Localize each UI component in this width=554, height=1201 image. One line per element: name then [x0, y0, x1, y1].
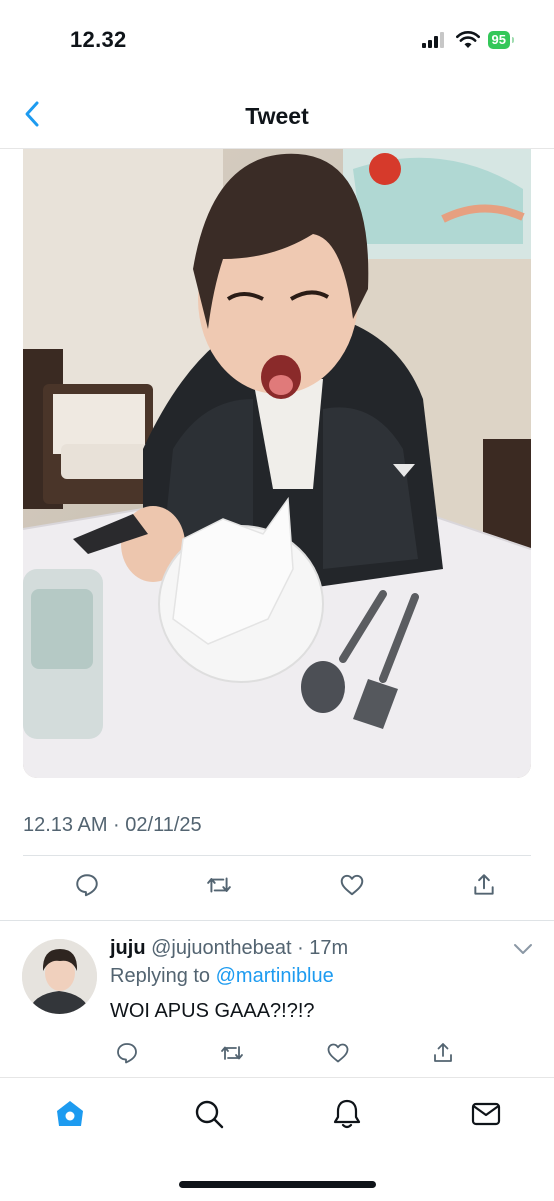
tab-notifications[interactable] [327, 1094, 367, 1134]
search-icon [195, 1100, 224, 1129]
nav-header: Tweet [0, 90, 554, 149]
reply-reply-button[interactable] [110, 1036, 144, 1070]
battery-indicator: 95 [487, 31, 515, 49]
share-icon [474, 874, 494, 895]
avatar-photo [22, 939, 97, 1014]
chevron-down-icon [514, 944, 532, 954]
reply-author-handle[interactable]: @jujuonthebeat [151, 937, 291, 959]
like-icon [340, 874, 363, 896]
reply-text: WOI APUS GAAA?!?!? [110, 1000, 315, 1022]
replying-to-mention[interactable]: @martiniblue [216, 965, 334, 987]
reply-time: · 17m [297, 937, 349, 959]
tweet-image[interactable] [23, 149, 531, 778]
signal-icon [421, 32, 444, 48]
retweet-button[interactable] [202, 868, 236, 902]
like-button[interactable] [335, 868, 369, 902]
share-icon [434, 1043, 452, 1062]
tweet-timestamp: 12.13 AM · 02/11/25 [23, 814, 202, 836]
tweet-photo [23, 149, 531, 778]
reply-more-button[interactable] [510, 936, 536, 962]
reply-button[interactable] [70, 868, 104, 902]
tab-home[interactable] [50, 1094, 90, 1134]
retweet-icon [207, 877, 232, 893]
like-icon [327, 1043, 349, 1063]
reply-icon [117, 1043, 137, 1064]
retweet-icon [221, 1046, 244, 1060]
reply-like-button[interactable] [321, 1036, 355, 1070]
reply-share-button[interactable] [426, 1036, 460, 1070]
page-title: Tweet [245, 103, 309, 129]
reply-retweet-button[interactable] [215, 1036, 249, 1070]
tab-messages[interactable] [466, 1094, 506, 1134]
reply-header: juju @jujuonthebeat · 17m [110, 937, 348, 960]
notifications-icon [333, 1099, 361, 1129]
divider [0, 920, 554, 921]
status-icons: 95 [421, 31, 515, 49]
avatar[interactable] [22, 939, 97, 1014]
tweet-action-bar [23, 868, 531, 908]
reply-author-name[interactable]: juju [110, 937, 146, 959]
wifi-icon [455, 31, 480, 48]
reply-action-bar [110, 1036, 460, 1070]
reply-icon [76, 874, 98, 897]
status-time: 12.32 [70, 27, 127, 52]
home-icon [57, 1101, 83, 1126]
share-button[interactable] [467, 868, 501, 902]
home-indicator [179, 1181, 376, 1188]
divider [23, 855, 531, 856]
messages-icon [471, 1102, 501, 1126]
replying-to-line: Replying to @martiniblue [110, 965, 334, 988]
tab-search[interactable] [189, 1094, 229, 1134]
replying-prefix: Replying to [110, 965, 216, 987]
